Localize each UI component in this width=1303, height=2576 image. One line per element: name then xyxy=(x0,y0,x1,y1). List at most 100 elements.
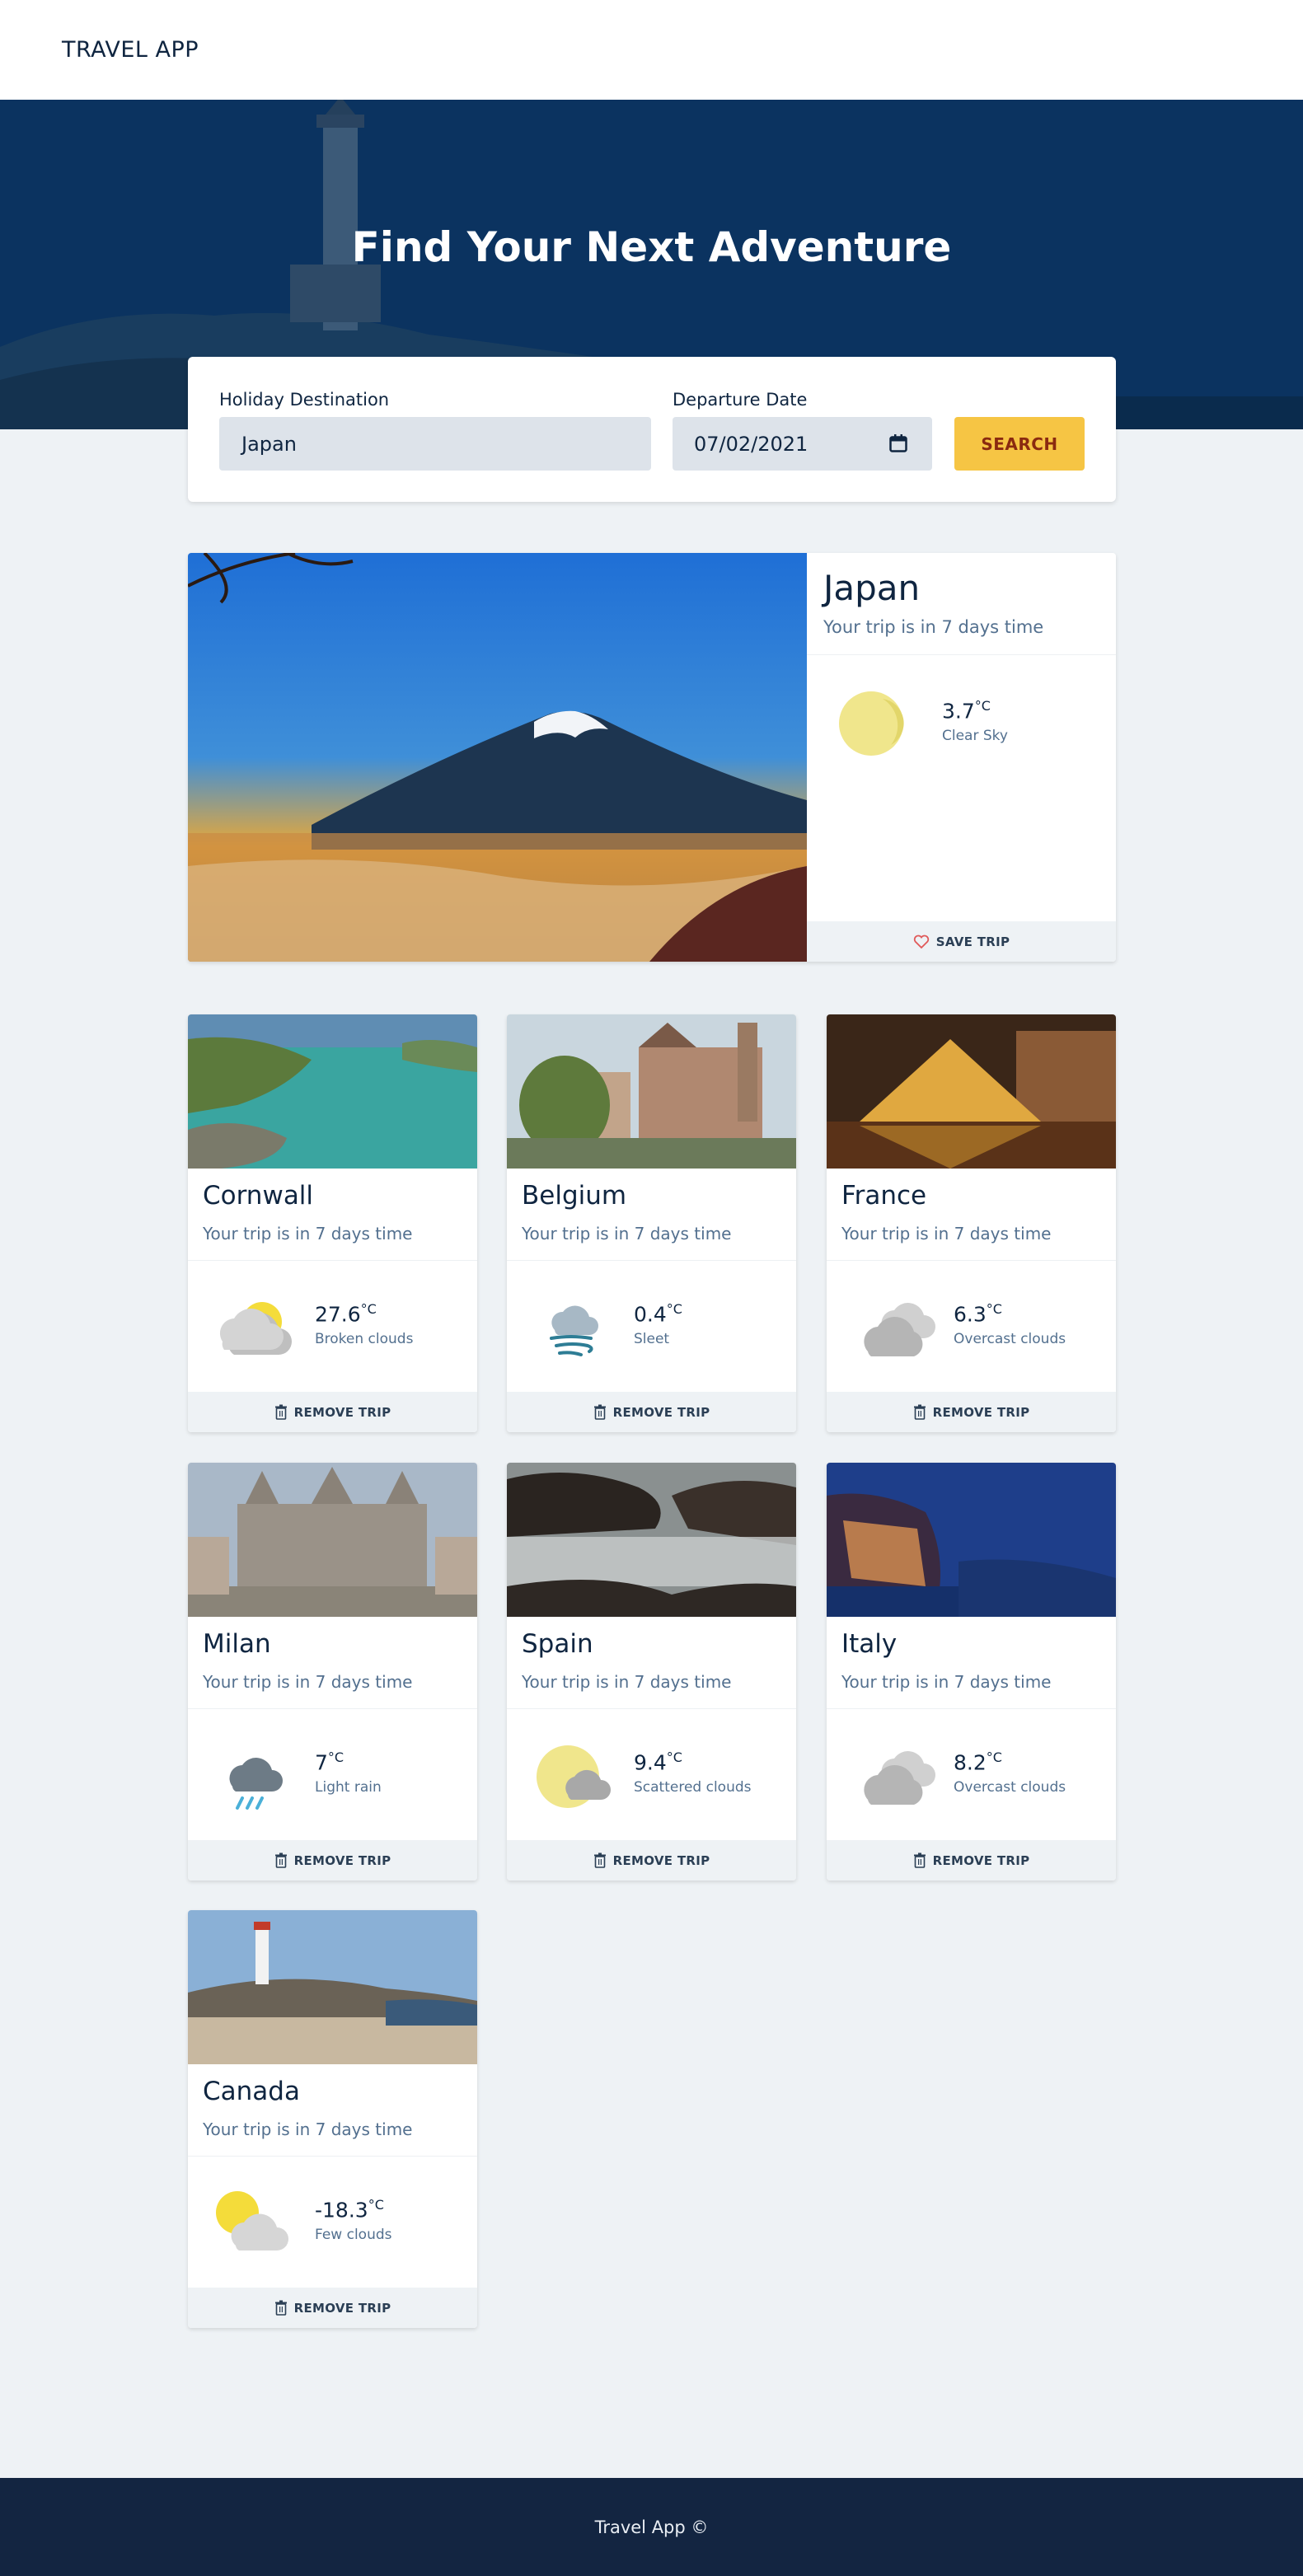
temperature: 7°C xyxy=(315,1749,344,1775)
save-trip-label: SAVE TRIP xyxy=(935,934,1010,949)
remove-trip-button[interactable]: REMOVE TRIP xyxy=(827,1392,1116,1432)
trip-title: France xyxy=(841,1181,927,1211)
broken-clouds-icon xyxy=(219,1302,292,1355)
remove-trip-label: REMOVE TRIP xyxy=(293,2300,391,2316)
temperature: -18.3°C xyxy=(315,2197,384,2222)
weather-description: Sleet xyxy=(634,1331,670,1348)
divider xyxy=(507,1260,796,1261)
trash-icon xyxy=(913,1404,926,1420)
temperature: 8.2°C xyxy=(954,1749,1002,1775)
remove-trip-button[interactable]: REMOVE TRIP xyxy=(188,1392,477,1432)
remove-trip-label: REMOVE TRIP xyxy=(612,1852,710,1868)
trash-icon xyxy=(593,1852,606,1868)
divider xyxy=(807,654,1116,655)
departure-date-input[interactable]: 07/02/2021 xyxy=(673,417,932,471)
divider xyxy=(188,1708,477,1709)
trip-countdown: Your trip is in 7 days time xyxy=(203,1224,413,1244)
destination-input[interactable]: Japan xyxy=(219,417,651,471)
divider xyxy=(827,1708,1116,1709)
trip-title: Canada xyxy=(203,2077,300,2106)
search-form: Holiday Destination Japan Departure Date… xyxy=(188,357,1116,502)
sun-icon xyxy=(839,691,904,756)
trip-image-france xyxy=(827,1014,1116,1169)
weather-description: Broken clouds xyxy=(315,1331,414,1348)
weather-readout: 9.4°C Scattered clouds xyxy=(634,1749,752,1796)
weather-description: Clear Sky xyxy=(942,728,1008,745)
remove-trip-button[interactable]: REMOVE TRIP xyxy=(827,1840,1116,1880)
light-rain-icon xyxy=(229,1758,283,1810)
remove-trip-button[interactable]: REMOVE TRIP xyxy=(188,1840,477,1880)
trip-image-canada xyxy=(188,1910,477,2064)
remove-trip-label: REMOVE TRIP xyxy=(932,1404,1030,1420)
trip-title: Italy xyxy=(841,1629,898,1659)
trip-title: Japan xyxy=(823,568,921,608)
weather-readout: 7°C Light rain xyxy=(315,1749,382,1796)
weather-description: Few clouds xyxy=(315,2227,392,2244)
search-button[interactable]: SEARCH xyxy=(954,417,1085,471)
overcast-clouds-icon xyxy=(864,1303,935,1356)
departure-date-value: 07/02/2021 xyxy=(694,432,809,456)
trip-image-cornwall xyxy=(188,1014,477,1169)
featured-trip-card: Japan Your trip is in 7 days time 3.7°C … xyxy=(188,553,1116,962)
weather-readout: 6.3°C Overcast clouds xyxy=(954,1301,1066,1347)
temperature: 27.6°C xyxy=(315,1301,377,1327)
temperature: 9.4°C xyxy=(634,1749,682,1775)
temperature: 0.4°C xyxy=(634,1301,682,1327)
remove-trip-label: REMOVE TRIP xyxy=(612,1404,710,1420)
hero-title: Find Your Next Adventure xyxy=(351,223,952,271)
weather-description: Overcast clouds xyxy=(954,1779,1066,1796)
calendar-icon[interactable] xyxy=(889,434,907,452)
footer-text: Travel App © xyxy=(594,2517,709,2537)
trip-title: Milan xyxy=(203,1629,271,1659)
weather-description: Overcast clouds xyxy=(954,1331,1066,1348)
trip-image-belgium xyxy=(507,1014,796,1169)
trip-title: Belgium xyxy=(522,1181,627,1211)
trip-card-belgium: Belgium Your trip is in 7 days time 0.4°… xyxy=(507,1014,796,1432)
departure-date-label: Departure Date xyxy=(673,390,808,410)
sleet-icon xyxy=(550,1305,598,1356)
trash-icon xyxy=(913,1852,926,1868)
overcast-clouds-icon xyxy=(864,1751,935,1805)
destination-label: Holiday Destination xyxy=(219,390,390,410)
few-clouds-icon xyxy=(216,2191,288,2250)
trip-countdown: Your trip is in 7 days time xyxy=(203,1672,413,1692)
save-trip-button[interactable]: SAVE TRIP xyxy=(807,921,1116,962)
divider xyxy=(507,1708,796,1709)
remove-trip-label: REMOVE TRIP xyxy=(293,1852,391,1868)
remove-trip-button[interactable]: REMOVE TRIP xyxy=(507,1392,796,1432)
remove-trip-button[interactable]: REMOVE TRIP xyxy=(188,2288,477,2328)
trip-image-spain xyxy=(507,1463,796,1617)
trip-countdown: Your trip is in 7 days time xyxy=(203,2119,413,2139)
featured-trip-image xyxy=(188,553,807,962)
trash-icon xyxy=(274,2300,287,2316)
temperature: 6.3°C xyxy=(954,1301,1002,1327)
remove-trip-label: REMOVE TRIP xyxy=(932,1852,1030,1868)
page-footer: Travel App © xyxy=(0,2478,1303,2576)
weather-readout: 0.4°C Sleet xyxy=(634,1301,682,1347)
trip-card-canada: Canada Your trip is in 7 days time -18.3… xyxy=(188,1910,477,2328)
trip-countdown: Your trip is in 7 days time xyxy=(522,1672,732,1692)
trip-countdown: Your trip is in 7 days time xyxy=(522,1224,732,1244)
trip-title: Cornwall xyxy=(203,1181,314,1211)
remove-trip-button[interactable]: REMOVE TRIP xyxy=(507,1840,796,1880)
weather-readout: 27.6°C Broken clouds xyxy=(315,1301,413,1347)
trip-title: Spain xyxy=(522,1629,593,1659)
trip-card-milan: Milan Your trip is in 7 days time 7°C Li… xyxy=(188,1463,477,1880)
weather-readout: 8.2°C Overcast clouds xyxy=(954,1749,1066,1796)
scattered-clouds-icon xyxy=(537,1745,611,1808)
app-brand[interactable]: TRAVEL APP xyxy=(62,37,199,63)
featured-trip-details: Japan Your trip is in 7 days time 3.7°C … xyxy=(807,553,1116,962)
trip-card-cornwall: Cornwall Your trip is in 7 days time 27.… xyxy=(188,1014,477,1432)
trip-card-france: France Your trip is in 7 days time 6.3°C… xyxy=(827,1014,1116,1432)
temperature: 3.7°C xyxy=(942,698,991,724)
weather-readout: 3.7°C Clear Sky xyxy=(942,698,1008,744)
trip-countdown: Your trip is in 7 days time xyxy=(823,617,1044,637)
divider xyxy=(188,1260,477,1261)
weather-readout: -18.3°C Few clouds xyxy=(315,2197,392,2243)
trip-countdown: Your trip is in 7 days time xyxy=(841,1224,1052,1244)
trash-icon xyxy=(593,1404,606,1420)
trash-icon xyxy=(274,1404,287,1420)
trip-card-spain: Spain Your trip is in 7 days time 9.4°C … xyxy=(507,1463,796,1880)
top-navbar: TRAVEL APP xyxy=(0,0,1303,100)
divider xyxy=(827,1260,1116,1261)
